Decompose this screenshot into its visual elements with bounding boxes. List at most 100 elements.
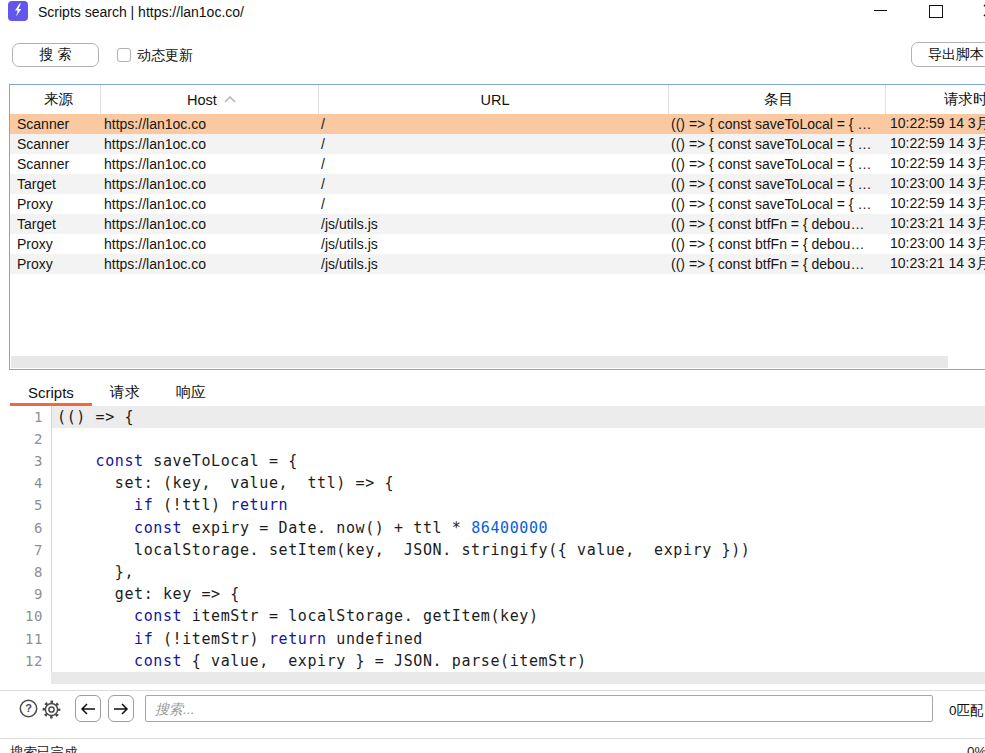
- table-row[interactable]: Targethttps://lan1oc.co/(() => { const s…: [10, 174, 985, 194]
- dynamic-update-label[interactable]: 动态更新: [137, 47, 193, 65]
- results-table: 来源 Host URL 条目 请求时间 Scannerhttps://lan1o…: [9, 84, 985, 370]
- table-horizontal-scrollbar[interactable]: [11, 356, 948, 368]
- close-button[interactable]: [976, 0, 985, 24]
- title-bar: Scripts search | https://lan1oc.co/: [0, 0, 985, 28]
- code-text: const itemStr = localStorage. getItem(ke…: [51, 607, 539, 625]
- line-number: 1: [0, 409, 51, 425]
- cell-entry: (() => { const btfFn = { debou…: [668, 214, 885, 234]
- dynamic-update-checkbox[interactable]: [117, 48, 131, 62]
- cell-host: https://lan1oc.co: [100, 234, 318, 254]
- table-row[interactable]: Scannerhttps://lan1oc.co/(() => { const …: [10, 154, 985, 174]
- code-text: },: [51, 563, 134, 581]
- code-line: 3 const saveToLocal = {: [0, 450, 985, 472]
- minimize-button[interactable]: [866, 0, 896, 24]
- column-header-label: Host: [187, 92, 217, 108]
- tab-响应[interactable]: 响应: [158, 378, 224, 406]
- table-row[interactable]: Proxyhttps://lan1oc.co/(() => { const sa…: [10, 194, 985, 214]
- cell-time: 10:23:00 14 3月: [885, 234, 985, 254]
- help-icon[interactable]: ?: [19, 699, 38, 722]
- cell-time: 10:23:21 14 3月: [885, 254, 985, 274]
- match-count: 0匹配: [949, 702, 984, 720]
- tab-scripts[interactable]: Scripts: [10, 378, 92, 406]
- sort-asc-icon: [224, 96, 236, 103]
- line-number: 10: [0, 608, 51, 624]
- svg-text:?: ?: [25, 702, 32, 714]
- code-line: 6 const expiry = Date. now() + ttl * 864…: [0, 517, 985, 539]
- cell-time: 10:22:59 14 3月: [885, 194, 985, 214]
- cell-source: Target: [10, 214, 100, 234]
- cell-url: /: [318, 134, 668, 154]
- search-button[interactable]: 搜索: [12, 43, 99, 67]
- cell-url: /js/utils.js: [318, 234, 668, 254]
- code-line: 7 localStorage. setItem(key, JSON. strin…: [0, 539, 985, 561]
- cell-source: Proxy: [10, 254, 100, 274]
- code-line: 4 set: (key, value, ttl) => {: [0, 472, 985, 494]
- line-number: 9: [0, 586, 51, 602]
- cell-url: /: [318, 154, 668, 174]
- line-number: 12: [0, 653, 51, 669]
- code-text: const saveToLocal = {: [51, 452, 298, 470]
- column-header-label: URL: [480, 92, 509, 108]
- code-text: const expiry = Date. now() + ttl * 86400…: [51, 519, 548, 537]
- code-line: 9 get: key => {: [0, 583, 985, 605]
- cell-source: Scanner: [10, 154, 100, 174]
- table-header: 来源 Host URL 条目 请求时间: [10, 85, 985, 114]
- code-line: 8 },: [0, 561, 985, 583]
- cell-time: 10:23:21 14 3月: [885, 214, 985, 234]
- line-number: 6: [0, 520, 51, 536]
- table-row[interactable]: Scannerhttps://lan1oc.co/(() => { const …: [10, 134, 985, 154]
- cell-host: https://lan1oc.co: [100, 114, 318, 134]
- table-row[interactable]: Scannerhttps://lan1oc.co/(() => { const …: [10, 114, 985, 134]
- cell-source: Scanner: [10, 134, 100, 154]
- cell-host: https://lan1oc.co: [100, 174, 318, 194]
- cell-time: 10:22:59 14 3月: [885, 134, 985, 154]
- cell-url: /: [318, 174, 668, 194]
- cell-source: Scanner: [10, 114, 100, 134]
- cell-host: https://lan1oc.co: [100, 154, 318, 174]
- tab-请求[interactable]: 请求: [92, 378, 158, 406]
- cell-url: /: [318, 194, 668, 214]
- next-match-button[interactable]: [108, 695, 134, 722]
- find-input[interactable]: [145, 695, 933, 722]
- code-text: get: key => {: [51, 585, 240, 603]
- table-row[interactable]: Proxyhttps://lan1oc.co/js/utils.js(() =>…: [10, 234, 985, 254]
- cell-entry: (() => { const saveToLocal = { …: [668, 134, 885, 154]
- code-text: if (!itemStr) return undefined: [51, 630, 423, 648]
- cell-entry: (() => { const saveToLocal = { …: [668, 154, 885, 174]
- cell-source: Target: [10, 174, 100, 194]
- cell-time: 10:22:59 14 3月: [885, 114, 985, 134]
- code-line: 12 const { value, expiry } = JSON. parse…: [0, 650, 985, 672]
- cell-entry: (() => { const saveToLocal = { …: [668, 174, 885, 194]
- cell-time: 10:23:00 14 3月: [885, 174, 985, 194]
- cell-url: /js/utils.js: [318, 214, 668, 234]
- column-header-time[interactable]: 请求时间: [885, 85, 985, 114]
- previous-match-button[interactable]: [75, 695, 101, 722]
- table-row[interactable]: Targethttps://lan1oc.co/js/utils.js(() =…: [10, 214, 985, 234]
- line-number: 3: [0, 453, 51, 469]
- cell-entry: (() => { const btfFn = { debou…: [668, 254, 885, 274]
- status-percentage: 0%: [967, 744, 985, 753]
- code-editor[interactable]: 1(() => {23 const saveToLocal = {4 set: …: [0, 406, 985, 685]
- column-header-label: 请求时间: [944, 90, 985, 109]
- column-header-source[interactable]: 来源: [10, 85, 100, 114]
- table-row[interactable]: Proxyhttps://lan1oc.co/js/utils.js(() =>…: [10, 254, 985, 274]
- code-line: 2: [0, 428, 985, 450]
- export-script-button[interactable]: 导出脚本: [911, 42, 985, 67]
- column-header-url[interactable]: URL: [318, 85, 668, 114]
- settings-gear-icon[interactable]: [41, 699, 62, 724]
- app-icon: [8, 1, 28, 21]
- column-header-host[interactable]: Host: [100, 85, 318, 114]
- cell-entry: (() => { const btfFn = { debou…: [668, 234, 885, 254]
- maximize-button[interactable]: [921, 0, 951, 24]
- status-message: 搜索已完成: [10, 744, 78, 753]
- line-number: 11: [0, 631, 51, 647]
- editor-horizontal-scrollbar[interactable]: [51, 672, 985, 684]
- lightning-icon: [11, 3, 25, 19]
- arrow-right-icon: [113, 703, 129, 715]
- line-number: 4: [0, 475, 51, 491]
- window-title: Scripts search | https://lan1oc.co/: [38, 4, 244, 20]
- column-header-entry[interactable]: 条目: [668, 85, 885, 114]
- line-number: 2: [0, 431, 51, 447]
- code-text: localStorage. setItem(key, JSON. stringi…: [51, 541, 750, 559]
- cell-host: https://lan1oc.co: [100, 254, 318, 274]
